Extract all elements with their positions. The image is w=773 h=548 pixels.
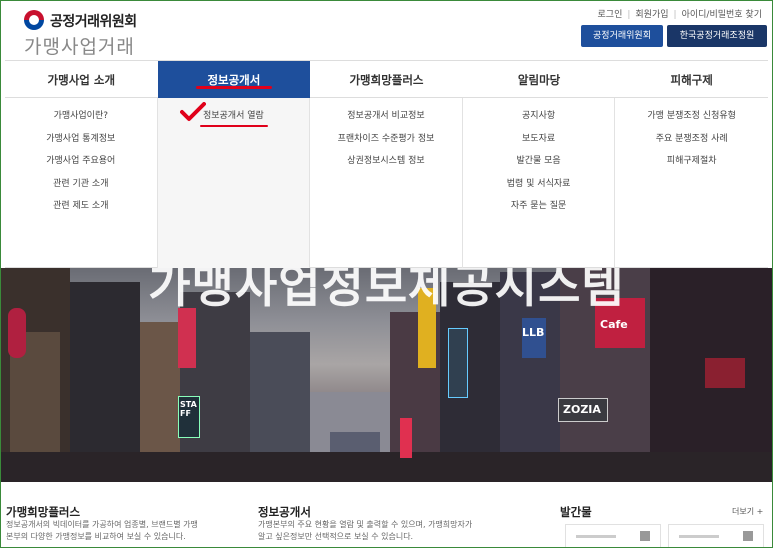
utility-links: 로그인 | 회원가입 | 아이디/비밀번호 찾기 <box>593 7 767 20</box>
submenu-col-plus: 정보공개서 비교정보 프랜차이즈 수준평가 정보 상권정보시스템 정보 <box>310 98 463 268</box>
submenu-laws[interactable]: 법령 및 서식자료 <box>463 178 615 201</box>
nav-notice[interactable]: 알림마당 <box>463 61 616 99</box>
submenu-col-disclosure: 정보공개서 열람 <box>157 98 311 268</box>
main-nav: 가맹사업 소개 정보공개서 가맹희망플러스 알림마당 피해구제 <box>5 60 768 99</box>
submenu-compare[interactable]: 정보공개서 비교정보 <box>310 110 462 133</box>
neon-sign <box>400 418 412 458</box>
nav-franchise-plus[interactable]: 가맹희망플러스 <box>310 61 463 99</box>
publication-card[interactable] <box>565 524 661 548</box>
section-plus-desc-2: 본부의 다양한 가맹정보를 비교하여 보실 수 있습니다. <box>6 532 186 541</box>
submenu-announcements[interactable]: 공지사항 <box>463 110 615 133</box>
neon-sign <box>448 328 468 398</box>
banner-title: 가맹사업정보제공시스템 <box>148 268 625 313</box>
bottom-sections: 가맹희망플러스 정보공개서의 빅데이터를 가공하여 업종별, 브랜드별 가맹 본… <box>0 482 773 548</box>
neon-sign <box>178 308 196 368</box>
section-plus-desc-1: 정보공개서의 빅데이터를 가공하여 업종별, 브랜드별 가맹 <box>6 520 198 529</box>
site-header: 공정거래위원회 가맹사업거래 로그인 | 회원가입 | 아이디/비밀번호 찾기 공정거래… <box>0 0 773 60</box>
mega-menu-dropdown: 가맹사업이란? 가맹사업 통계정보 가맹사업 주요용어 관련 기관 소개 관련 … <box>5 98 768 268</box>
logo-org-name: 공정거래위원회 <box>50 14 137 30</box>
section-plus-title[interactable]: 가맹희망플러스 <box>6 504 80 520</box>
submenu-press[interactable]: 보도자료 <box>463 133 615 156</box>
street <box>0 452 773 482</box>
nav-disclosure[interactable]: 정보공개서 <box>157 61 311 99</box>
nav-disclosure-label: 정보공개서 <box>207 73 261 87</box>
nav-franchise-intro[interactable]: 가맹사업 소개 <box>5 61 158 99</box>
submenu-what-is-franchise[interactable]: 가맹사업이란? <box>5 110 157 133</box>
more-link[interactable]: 더보기 + <box>732 506 763 517</box>
taegeuk-logo-icon <box>24 10 44 30</box>
neon-sign <box>705 358 745 388</box>
staff-sign: STAFF <box>180 400 197 418</box>
section-disclosure-title[interactable]: 정보공개서 <box>258 504 311 520</box>
signup-link[interactable]: 회원가입 <box>630 10 673 20</box>
submenu-agencies[interactable]: 관련 기관 소개 <box>5 178 157 201</box>
section-publications-title[interactable]: 발간물 <box>560 504 592 520</box>
ftc-site-button[interactable]: 공정거래위원회 <box>581 25 663 47</box>
submenu-col-relief: 가맹 분쟁조정 신청유형 주요 분쟁조정 사례 피해구제절차 <box>615 98 768 268</box>
checkmark-icon <box>179 102 206 121</box>
logo-service-name: 가맹사업거래 <box>24 36 135 58</box>
hero-banner: STAFF LLB Cafe ZOZIA 가맹사업정보제공시스템 <box>0 268 773 482</box>
nav-relief[interactable]: 피해구제 <box>615 61 768 99</box>
submenu-publications[interactable]: 발간물 모음 <box>463 155 615 178</box>
submenu-systems[interactable]: 관련 제도 소개 <box>5 200 157 223</box>
section-disclosure-desc-1: 가맹본부의 주요 현황을 열람 및 출력할 수 있으며, 가맹희망자가 <box>258 520 473 529</box>
kfair-site-button[interactable]: 한국공정거래조정원 <box>667 25 767 47</box>
red-underline-mark <box>195 86 272 89</box>
find-account-link[interactable]: 아이디/비밀번호 찾기 <box>677 10 767 20</box>
cafe-sign: Cafe <box>600 318 628 331</box>
section-disclosure-desc-2: 알고 싶은정보만 선택적으로 보실 수 있습니다. <box>258 532 414 541</box>
submenu-col-intro: 가맹사업이란? 가맹사업 통계정보 가맹사업 주요용어 관련 기관 소개 관련 … <box>5 98 158 268</box>
submenu-statistics[interactable]: 가맹사업 통계정보 <box>5 133 157 156</box>
submenu-faq[interactable]: 자주 묻는 질문 <box>463 200 615 223</box>
qr-code-icon <box>640 531 650 541</box>
red-underline-mark <box>199 125 268 127</box>
submenu-dispute-cases[interactable]: 주요 분쟁조정 사례 <box>615 133 768 156</box>
submenu-terms[interactable]: 가맹사업 주요용어 <box>5 155 157 178</box>
submenu-col-notice: 공지사항 보도자료 발간물 모음 법령 및 서식자료 자주 묻는 질문 <box>463 98 616 268</box>
login-link[interactable]: 로그인 <box>593 10 628 20</box>
submenu-evaluation[interactable]: 프랜차이즈 수준평가 정보 <box>310 133 462 156</box>
submenu-relief-procedure[interactable]: 피해구제절차 <box>615 155 768 178</box>
submenu-dispute-types[interactable]: 가맹 분쟁조정 신청유형 <box>615 110 768 133</box>
qr-code-icon <box>743 531 753 541</box>
llb-sign: LLB <box>522 326 545 339</box>
zozia-sign: ZOZIA <box>563 403 601 416</box>
publication-card[interactable] <box>668 524 764 548</box>
submenu-commercial-area[interactable]: 상권정보시스템 정보 <box>310 155 462 178</box>
